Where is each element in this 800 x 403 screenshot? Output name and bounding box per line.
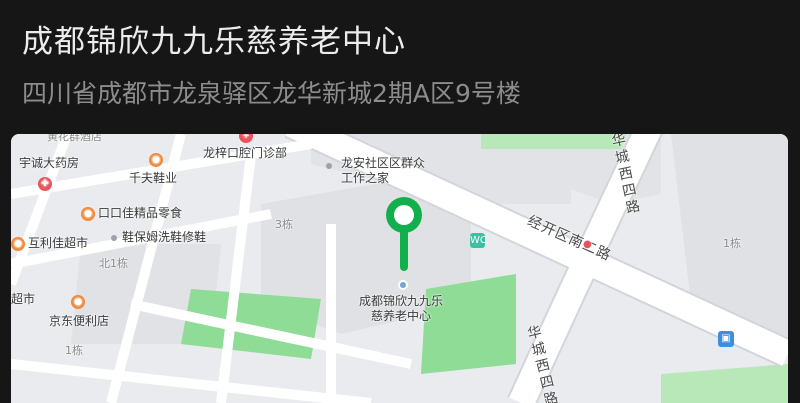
shopping-bag-icon: ● [81, 206, 95, 221]
map-label-top-partial: 黄花群酒店 [47, 134, 102, 143]
map-label-building-3: 3栋 [275, 218, 293, 231]
restroom-icon[interactable]: WC [470, 233, 487, 248]
map-label-jd-store: 京东便利店 [49, 314, 110, 328]
location-pin-icon[interactable] [386, 197, 422, 233]
map-label-yucheng-pharmacy[interactable]: 宇诚大药房 [19, 156, 79, 170]
poi-dot-icon [326, 162, 332, 169]
map-poi-shoe-care[interactable]: 鞋保姆洗鞋修鞋 [111, 230, 206, 244]
map-poi-longzi-dental[interactable]: 龙梓口腔门诊部 [203, 146, 287, 160]
map-poi-qianfu-shoes[interactable]: ● [149, 152, 166, 167]
map-poi-dental-marker[interactable]: + [239, 134, 256, 143]
map-poi-jd-store[interactable]: ● [71, 294, 88, 309]
poi-dot-icon [111, 234, 117, 241]
map-poi-huli-market[interactable]: ● 互利佳超市 [11, 236, 88, 251]
map-label-building-1-right: 1栋 [723, 237, 741, 250]
map-view[interactable]: 黄花群酒店 宇诚大药房 ✚ ● 千夫鞋业 龙梓口腔门诊部 + 龙安社区区群众工作… [11, 134, 788, 403]
shopping-bag-icon: ● [149, 152, 163, 167]
map-label-building-1: 1栋 [65, 344, 83, 357]
location-dot [398, 280, 408, 290]
place-address: 四川省成都市龙泉驿区龙华新城2期A区9号楼 [22, 79, 521, 108]
map-label-supermarket-partial: 超市 [11, 292, 36, 306]
bus-stop-icon[interactable]: ▣ [718, 331, 734, 347]
map-poi-longan-community[interactable] [326, 158, 337, 172]
location-pin-stem [400, 231, 408, 271]
place-title: 成都锦欣九九乐慈养老中心 [22, 24, 406, 60]
map-label-longan-community: 龙安社区区群众工作之家 [341, 156, 426, 185]
map-label-qianfu-shoes: 千夫鞋业 [129, 171, 178, 185]
clinic-icon: + [239, 134, 253, 143]
map-poi-pharmacy-marker[interactable]: ✚ [38, 176, 55, 191]
pharmacy-icon: ✚ [38, 176, 52, 191]
shopping-bag-icon: ● [71, 294, 85, 309]
destination-label: 成都锦欣九九乐慈养老中心 [358, 294, 443, 323]
map-label-longzi-dental: 龙梓口腔门诊部 [203, 146, 288, 160]
traffic-light-icon: ● [583, 239, 592, 250]
shopping-bag-icon: ● [11, 236, 25, 251]
map-label-building-north1: 北1栋 [99, 257, 128, 270]
map-poi-kk-store[interactable]: ● 口口佳精品零食 [81, 206, 182, 221]
